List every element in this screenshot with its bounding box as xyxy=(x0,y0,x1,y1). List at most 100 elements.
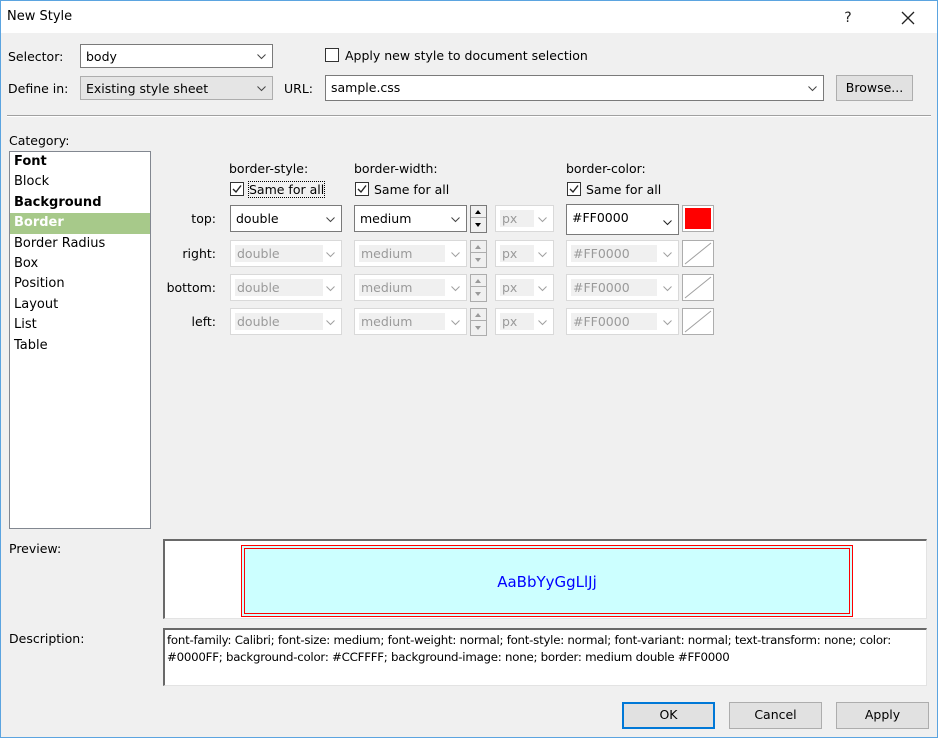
spin-down-button xyxy=(471,288,486,300)
category-label: Category: xyxy=(9,133,70,148)
spin-down-button[interactable] xyxy=(471,219,486,231)
style-same-for-all-checkbox[interactable] xyxy=(230,182,244,196)
category-item-font[interactable]: Font xyxy=(10,152,150,172)
arrow-down-icon xyxy=(475,258,481,262)
chevron-down-icon xyxy=(451,250,460,259)
width-same-for-all-checkbox[interactable] xyxy=(355,182,369,196)
category-item-table[interactable]: Table xyxy=(10,336,150,356)
no-color-icon xyxy=(684,276,712,299)
chevron-down-icon xyxy=(663,318,672,327)
no-color-icon xyxy=(684,242,712,265)
border-color-bottom-swatch xyxy=(682,274,714,301)
chevron-down-icon xyxy=(663,218,672,227)
chevron-down-icon xyxy=(663,250,672,259)
chevron-down-icon xyxy=(451,284,460,293)
border-width-right-unit-combobox: px xyxy=(495,240,554,267)
border-width-right-spinner xyxy=(470,240,487,268)
spin-up-button xyxy=(471,309,486,321)
url-label: URL: xyxy=(284,81,314,96)
arrow-down-icon xyxy=(475,223,481,227)
border-color-right-combobox: #FF0000 xyxy=(566,240,679,267)
border-width-left-spinner xyxy=(470,308,487,336)
preview-sample-box: AaBbYyGgLlJj xyxy=(241,545,853,617)
chevron-down-icon xyxy=(538,215,547,224)
border-width-top-spinner[interactable] xyxy=(470,205,487,233)
border-color-header: border-color: xyxy=(566,161,646,176)
border-width-left-unit-combobox: px xyxy=(495,308,554,335)
category-listbox[interactable]: Font Block Background Border Border Radius Bo… xyxy=(9,151,151,529)
border-color-right-swatch xyxy=(682,240,714,267)
row-label-top: top: xyxy=(191,211,216,226)
selector-value: body xyxy=(86,49,117,64)
category-item-list[interactable]: List xyxy=(10,315,150,335)
category-item-box[interactable]: Box xyxy=(10,254,150,274)
chevron-down-icon xyxy=(257,52,266,61)
arrow-up-icon xyxy=(475,210,481,214)
define-in-label: Define in: xyxy=(8,81,69,96)
color-same-for-all-checkbox[interactable] xyxy=(567,182,581,196)
spin-up-button[interactable] xyxy=(471,206,486,218)
define-in-combobox[interactable]: Existing style sheet xyxy=(80,76,273,100)
cancel-button[interactable]: Cancel xyxy=(729,702,822,729)
border-width-top-combobox[interactable]: medium xyxy=(354,205,467,232)
border-color-bottom-value: #FF0000 xyxy=(571,279,657,296)
border-color-left-combobox: #FF0000 xyxy=(566,308,679,335)
url-value: sample.css xyxy=(331,80,401,95)
close-button[interactable] xyxy=(891,5,925,31)
selector-combobox[interactable]: body xyxy=(80,44,273,68)
category-item-layout[interactable]: Layout xyxy=(10,295,150,315)
preview-sample-text: AaBbYyGgLlJj xyxy=(497,573,597,591)
border-style-right-combobox: double xyxy=(230,240,342,267)
category-item-position[interactable]: Position xyxy=(10,274,150,294)
chevron-down-icon xyxy=(326,318,335,327)
url-combobox[interactable]: sample.css xyxy=(325,75,824,101)
description-text: font-family: Calibri; font-size: medium;… xyxy=(163,628,927,686)
color-same-for-all-label[interactable]: Same for all xyxy=(586,182,661,197)
border-width-right-unit-value: px xyxy=(500,245,534,262)
color-swatch-fill xyxy=(685,208,711,229)
spin-up-button xyxy=(471,275,486,287)
new-style-dialog: New Style ? Selector: body Apply new sty… xyxy=(0,0,938,738)
category-item-border[interactable]: Border xyxy=(10,213,150,234)
browse-button[interactable]: Browse... xyxy=(836,75,913,101)
border-width-bottom-unit-value: px xyxy=(500,279,534,296)
category-item-background[interactable]: Background xyxy=(10,193,150,213)
border-width-left-value: medium xyxy=(359,313,445,330)
border-width-header: border-width: xyxy=(354,161,438,176)
define-in-value: Existing style sheet xyxy=(86,81,209,96)
selector-label-text: Selector: xyxy=(8,49,64,64)
checkmark-icon xyxy=(569,185,579,194)
apply-button[interactable]: Apply xyxy=(836,702,929,729)
preview-pane: AaBbYyGgLlJj xyxy=(163,539,927,619)
border-color-top-combobox[interactable]: #FF0000 xyxy=(566,204,679,235)
style-same-for-all-label[interactable]: Same for all xyxy=(247,181,326,198)
border-width-left-combobox: medium xyxy=(354,308,467,335)
border-width-right-value: medium xyxy=(359,245,445,262)
border-style-top-value: double xyxy=(236,211,279,226)
apply-to-selection-label[interactable]: Apply new style to document selection xyxy=(345,48,588,63)
chevron-down-icon xyxy=(451,318,460,327)
chevron-down-icon xyxy=(257,84,266,93)
arrow-up-icon xyxy=(475,279,481,283)
border-width-left-unit-value: px xyxy=(500,313,534,330)
border-color-left-value: #FF0000 xyxy=(571,313,657,330)
chevron-down-icon xyxy=(451,215,460,224)
border-width-bottom-spinner xyxy=(470,274,487,302)
category-item-border-radius[interactable]: Border Radius xyxy=(10,234,150,254)
border-width-right-combobox: medium xyxy=(354,240,467,267)
header-separator xyxy=(7,115,931,117)
chevron-down-icon xyxy=(326,215,335,224)
spin-up-button xyxy=(471,241,486,253)
ok-button[interactable]: OK xyxy=(622,702,715,729)
category-item-block[interactable]: Block xyxy=(10,172,150,192)
border-style-top-combobox[interactable]: double xyxy=(230,205,342,232)
arrow-down-icon xyxy=(475,292,481,296)
row-label-right: right: xyxy=(182,246,216,261)
border-color-top-swatch[interactable] xyxy=(682,205,714,232)
no-color-icon xyxy=(684,310,712,333)
width-same-for-all-label[interactable]: Same for all xyxy=(374,182,449,197)
apply-to-selection-checkbox[interactable] xyxy=(325,48,339,62)
border-width-top-value: medium xyxy=(360,211,412,226)
help-button[interactable]: ? xyxy=(831,5,865,31)
chevron-down-icon xyxy=(326,250,335,259)
